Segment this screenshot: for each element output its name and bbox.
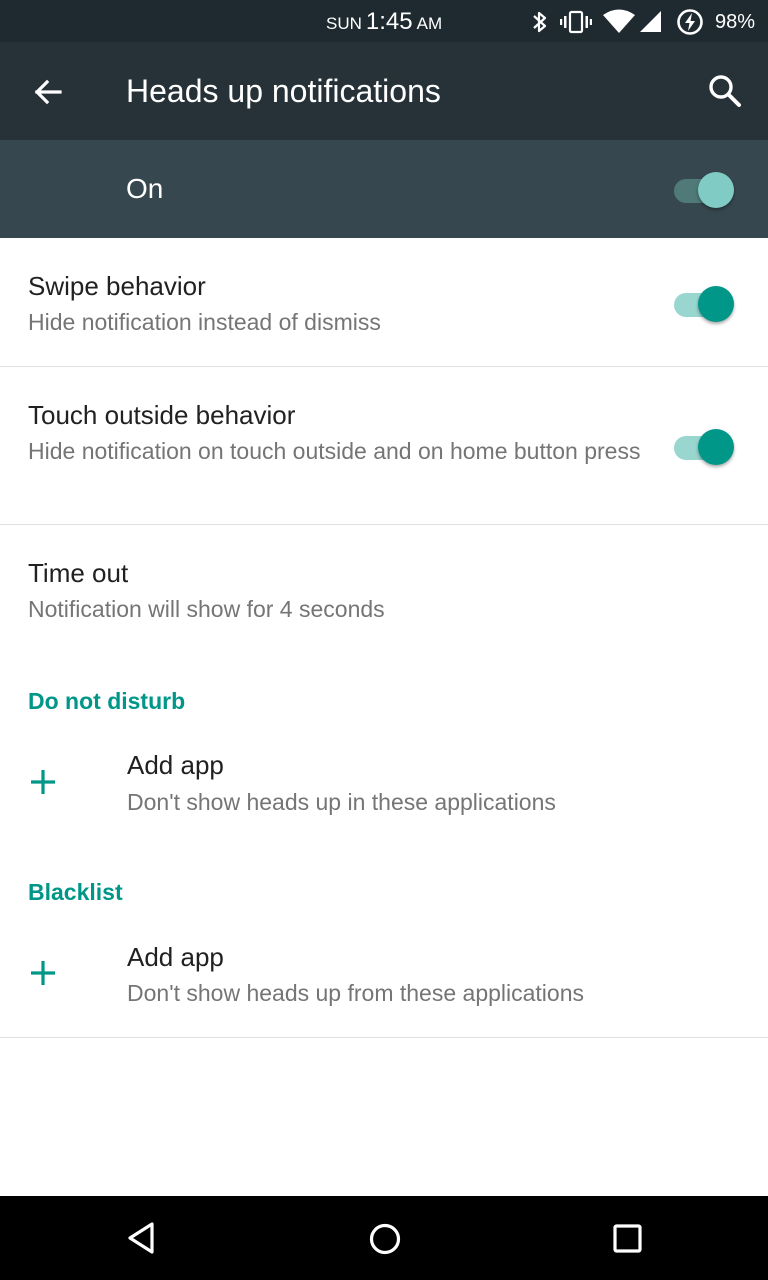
toggle-thumb bbox=[698, 286, 734, 322]
master-switch-label: On bbox=[126, 173, 164, 204]
add-app-title: Add app bbox=[127, 750, 224, 780]
signal-icon bbox=[640, 11, 661, 32]
pref-touch-outside-behavior[interactable]: Touch outside behavior Hide notification… bbox=[0, 367, 768, 524]
search-icon[interactable] bbox=[706, 72, 744, 110]
add-app-blacklist[interactable]: Add app Don't show heads up from these a… bbox=[0, 922, 768, 1036]
status-day: SUN bbox=[326, 14, 362, 33]
toolbar: Heads up notifications bbox=[0, 42, 768, 140]
master-switch-bar[interactable]: On bbox=[0, 140, 768, 238]
plus-icon bbox=[31, 961, 55, 985]
touch-outside-toggle[interactable] bbox=[672, 425, 736, 465]
status-bar: SUN 1:45 AM 98% bbox=[0, 0, 768, 42]
pref-title: Time out bbox=[28, 558, 129, 588]
pref-summary: Notification will show for 4 seconds bbox=[28, 596, 385, 622]
bluetooth-icon bbox=[533, 11, 547, 33]
battery-percent: 98% bbox=[715, 11, 756, 33]
pref-swipe-behavior[interactable]: Swipe behavior Hide notification instead… bbox=[0, 238, 768, 366]
arrow-back-icon[interactable] bbox=[32, 76, 64, 108]
status-ampm: AM bbox=[416, 14, 443, 33]
pref-summary: Hide notification instead of dismiss bbox=[28, 309, 381, 335]
master-switch-thumb bbox=[698, 172, 734, 208]
section-header-blacklist: Blacklist bbox=[28, 879, 123, 905]
pref-title: Swipe behavior bbox=[28, 271, 206, 301]
vibrate-icon bbox=[560, 10, 592, 34]
page-title: Heads up notifications bbox=[126, 73, 441, 109]
wifi-icon bbox=[603, 9, 635, 33]
status-clock: SUN 1:45 AM bbox=[326, 8, 442, 36]
section-header-do-not-disturb: Do not disturb bbox=[28, 688, 186, 714]
add-app-summary: Don't show heads up in these application… bbox=[127, 789, 556, 815]
plus-icon bbox=[31, 770, 55, 794]
divider bbox=[0, 1037, 768, 1038]
add-app-title: Add app bbox=[127, 942, 224, 972]
status-time: 1:45 bbox=[365, 8, 413, 35]
recents-square-icon[interactable] bbox=[612, 1223, 644, 1255]
back-triangle-icon[interactable] bbox=[124, 1220, 158, 1256]
swipe-behavior-toggle[interactable] bbox=[672, 282, 736, 322]
battery-charging-icon bbox=[677, 9, 703, 35]
navigation-bar bbox=[0, 1196, 768, 1280]
add-app-summary: Don't show heads up from these applicati… bbox=[127, 980, 584, 1006]
status-icons: 98% bbox=[528, 6, 764, 36]
toggle-thumb bbox=[698, 429, 734, 465]
screen: SUN 1:45 AM 98% Heads up notifications O… bbox=[0, 0, 768, 1280]
pref-summary: Hide notification on touch outside and o… bbox=[28, 438, 641, 464]
pref-time-out[interactable]: Time out Notification will show for 4 se… bbox=[0, 525, 768, 655]
master-switch-toggle[interactable] bbox=[672, 168, 736, 208]
home-circle-icon[interactable] bbox=[368, 1222, 402, 1256]
pref-title: Touch outside behavior bbox=[28, 400, 296, 430]
add-app-do-not-disturb[interactable]: Add app Don't show heads up in these app… bbox=[0, 730, 768, 830]
